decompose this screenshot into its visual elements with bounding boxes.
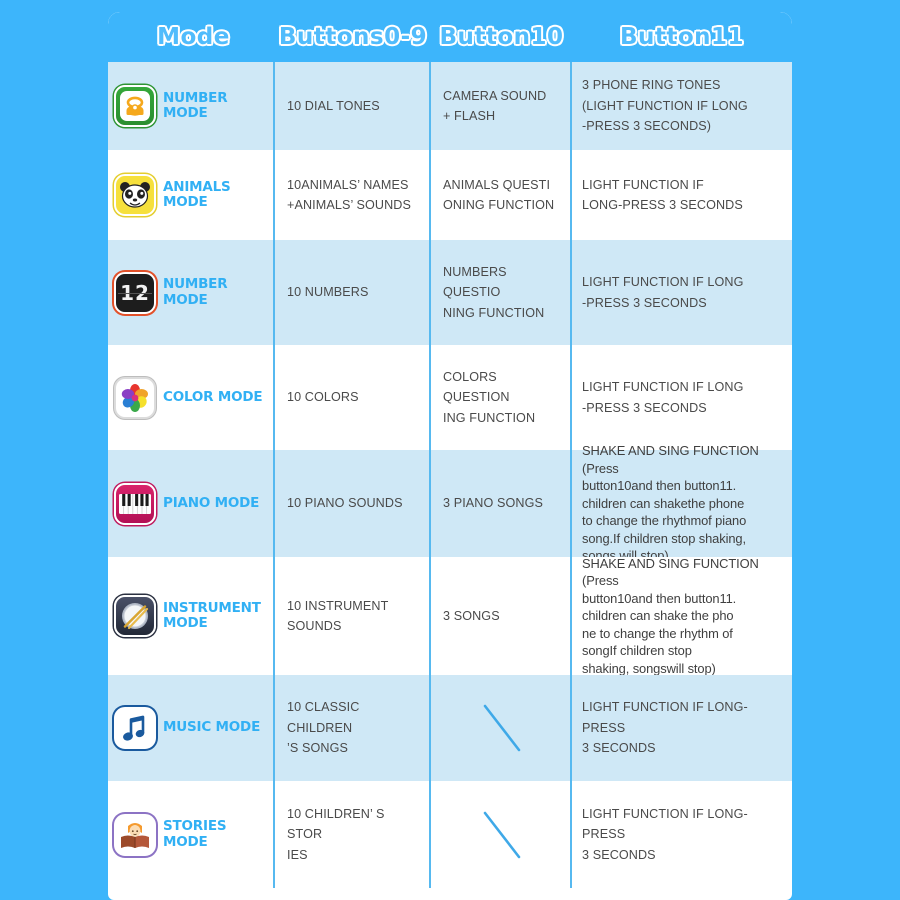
buttons-0-9-cell: 10 CHILDREN’ S STOR IES bbox=[273, 781, 429, 888]
button-11-cell: LIGHT FUNCTION IF LONG -PRESS 3 SECONDS bbox=[570, 240, 792, 345]
mode-cell: INSTRUMENT MODE bbox=[108, 557, 273, 675]
table-body: NUMBER MODE 10 DIAL TONES CAMERA SOUND + F… bbox=[108, 62, 792, 888]
column-header-mode: Mode bbox=[108, 12, 273, 62]
button-11-text: LIGHT FUNCTION IF LONG -PRESS 3 SECONDS bbox=[582, 275, 744, 310]
column-header-button-10-label: Button10 bbox=[438, 23, 564, 51]
button-10-cell bbox=[429, 675, 570, 781]
button-11-cell: LIGHT FUNCTION IF LONG-PRESS 3 SECONDS bbox=[570, 781, 792, 888]
page-root: Mode Buttons0-9 Button10 Button11 NUMBER… bbox=[0, 0, 900, 900]
button-11-text: 3 PHONE RING TONES (LIGHT FUNCTION IF LO… bbox=[582, 78, 748, 134]
buttons-0-9-cell: 10ANIMALS’ NAMES +ANIMALS’ SOUNDS bbox=[273, 150, 429, 240]
mode-label: INSTRUMENT MODE bbox=[163, 599, 261, 631]
buttons-0-9-cell: 10 DIAL TONES bbox=[273, 62, 429, 150]
button-10-cell: 3 PIANO SONGS bbox=[429, 450, 570, 557]
mode-cell: ANIMALS MODE bbox=[108, 150, 273, 240]
table-row: INSTRUMENT MODE 10 INSTRUMENT SOUNDS 3 SON… bbox=[108, 555, 792, 676]
mode-cell: MUSIC MODE bbox=[108, 675, 273, 781]
button-10-text: ANIMALS QUESTI ONING FUNCTION bbox=[443, 177, 555, 212]
music-note-icon bbox=[114, 707, 156, 749]
button-10-cell: CAMERA SOUND + FLASH bbox=[429, 62, 570, 150]
buttons-0-9-text: 10 CHILDREN’ S STOR IES bbox=[287, 806, 385, 862]
piano-icon bbox=[114, 482, 156, 525]
column-header-mode-label: Mode bbox=[156, 23, 231, 51]
buttons-0-9-cell: 10 CLASSIC CHILDREN ’S SONGS bbox=[273, 675, 429, 781]
mode-label: NUMBER MODE bbox=[163, 89, 228, 121]
table-header-row: Mode Buttons0-9 Button10 Button11 bbox=[108, 12, 792, 62]
button-10-text: 3 PIANO SONGS bbox=[443, 496, 543, 511]
mode-label: MUSIC MODE bbox=[163, 719, 261, 736]
button-10-cell: COLORS QUESTION ING FUNCTION bbox=[429, 345, 570, 450]
color-flower-icon bbox=[114, 376, 156, 419]
column-header-buttons-0-9-label: Buttons0-9 bbox=[278, 23, 428, 51]
slash-icon bbox=[483, 811, 520, 858]
table-row: STORIES MODE 10 CHILDREN’ S STOR IES LIGHT… bbox=[108, 781, 792, 888]
table-row: PIANO MODE 10 PIANO SOUNDS 3 PIANO SONGS SH… bbox=[108, 443, 792, 563]
button-10-cell bbox=[429, 781, 570, 888]
table-row: 12 NUMBER MODE 10 NUMBERS NUMBERS QUESTIO N… bbox=[108, 240, 792, 345]
button-10-text: CAMERA SOUND + FLASH bbox=[443, 88, 547, 123]
buttons-0-9-text: 10 PIANO SOUNDS bbox=[287, 496, 403, 511]
mode-label: COLOR MODE bbox=[163, 388, 263, 405]
buttons-0-9-cell: 10 PIANO SOUNDS bbox=[273, 450, 429, 557]
mode-cell: COLOR MODE bbox=[108, 345, 273, 450]
column-header-button-11-label: Button11 bbox=[619, 23, 745, 51]
slash-icon bbox=[483, 704, 520, 752]
phone-icon bbox=[114, 85, 156, 127]
button-11-cell: LIGHT FUNCTION IF LONG-PRESS 3 SECONDS bbox=[570, 150, 792, 240]
mode-cell: PIANO MODE bbox=[108, 450, 273, 557]
table-row: ANIMALS MODE 10ANIMALS’ NAMES +ANIMALS’ S… bbox=[108, 150, 792, 240]
mode-cell: STORIES MODE bbox=[108, 781, 273, 888]
table-row: COLOR MODE 10 COLORS COLORS QUESTION ING F… bbox=[108, 345, 792, 450]
button-10-text: NUMBERS QUESTIO NING FUNCTION bbox=[443, 264, 545, 320]
mode-label: NUMBER MODE bbox=[163, 276, 228, 308]
buttons-0-9-cell: 10 COLORS bbox=[273, 345, 429, 450]
button-11-text: SHAKE AND SING FUNCTION (Press button10a… bbox=[582, 555, 759, 676]
button-11-cell: LIGHT FUNCTION IF LONG -PRESS 3 SECONDS bbox=[570, 345, 792, 450]
buttons-0-9-cell: 10 INSTRUMENT SOUNDS bbox=[273, 557, 429, 675]
buttons-0-9-text: 10ANIMALS’ NAMES +ANIMALS’ SOUNDS bbox=[287, 177, 411, 212]
mode-label: STORIES MODE bbox=[163, 818, 227, 850]
button-10-text: COLORS QUESTION ING FUNCTION bbox=[443, 369, 536, 425]
column-header-button-11: Button11 bbox=[570, 12, 792, 62]
button-10-cell: 3 SONGS bbox=[429, 557, 570, 675]
numbers-icon: 12 bbox=[114, 271, 156, 314]
buttons-0-9-text: 10 CLASSIC CHILDREN ’S SONGS bbox=[287, 700, 360, 756]
button-10-cell: ANIMALS QUESTI ONING FUNCTION bbox=[429, 150, 570, 240]
button-11-cell: 3 PHONE RING TONES (LIGHT FUNCTION IF LO… bbox=[570, 62, 792, 150]
button-11-cell: SHAKE AND SING FUNCTION (Press button10a… bbox=[570, 555, 792, 676]
not-applicable-slash bbox=[443, 675, 560, 781]
button-11-text: LIGHT FUNCTION IF LONG-PRESS 3 SECONDS bbox=[582, 700, 748, 756]
mode-label: PIANO MODE bbox=[163, 494, 260, 511]
button-11-text: LIGHT FUNCTION IF LONG-PRESS 3 SECONDS bbox=[582, 177, 743, 212]
table-row: NUMBER MODE 10 DIAL TONES CAMERA SOUND + F… bbox=[108, 62, 792, 150]
column-header-button-10: Button10 bbox=[429, 12, 570, 62]
buttons-0-9-text: 10 COLORS bbox=[287, 390, 359, 405]
button-11-text: LIGHT FUNCTION IF LONG-PRESS 3 SECONDS bbox=[582, 806, 748, 862]
column-header-buttons-0-9: Buttons0-9 bbox=[273, 12, 429, 62]
feature-table: Mode Buttons0-9 Button10 Button11 NUMBER… bbox=[108, 12, 792, 900]
panda-icon bbox=[114, 174, 156, 216]
button-11-cell: LIGHT FUNCTION IF LONG-PRESS 3 SECONDS bbox=[570, 675, 792, 781]
table-row: MUSIC MODE 10 CLASSIC CHILDREN ’S SONGS LI… bbox=[108, 675, 792, 781]
button-11-text: LIGHT FUNCTION IF LONG -PRESS 3 SECONDS bbox=[582, 380, 744, 415]
button-11-cell: SHAKE AND SING FUNCTION (Press button10a… bbox=[570, 443, 792, 563]
buttons-0-9-text: 10 DIAL TONES bbox=[287, 98, 380, 113]
buttons-0-9-cell: 10 NUMBERS bbox=[273, 240, 429, 345]
button-10-cell: NUMBERS QUESTIO NING FUNCTION bbox=[429, 240, 570, 345]
buttons-0-9-text: 10 INSTRUMENT SOUNDS bbox=[287, 598, 389, 633]
not-applicable-slash bbox=[443, 781, 560, 888]
mode-label: ANIMALS MODE bbox=[163, 178, 231, 210]
drum-icon bbox=[114, 595, 156, 637]
mode-cell: NUMBER MODE bbox=[108, 62, 273, 150]
buttons-0-9-text: 10 NUMBERS bbox=[287, 285, 369, 300]
story-icon bbox=[114, 813, 156, 856]
mode-cell: 12 NUMBER MODE bbox=[108, 240, 273, 345]
button-11-text: SHAKE AND SING FUNCTION (Press button10a… bbox=[582, 443, 759, 564]
button-10-text: 3 SONGS bbox=[443, 608, 500, 623]
